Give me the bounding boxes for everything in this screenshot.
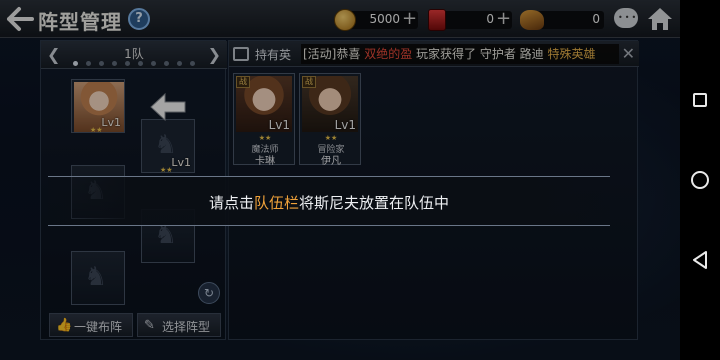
game-screen: 阵型管理 ? 5000 + 0 + 0 ••• ❮ 1队 ❯ ★★ Lv1 ♞ … <box>0 0 680 360</box>
tutorial-banner: 请点击队伍栏将斯尼夫放置在队伍中 <box>48 176 610 226</box>
tutorial-highlight: 队伍栏 <box>253 194 299 212</box>
recent-apps-icon[interactable] <box>693 93 707 107</box>
tutorial-text: 请点击队伍栏将斯尼夫放置在队伍中 <box>208 194 450 212</box>
android-nav-bar <box>680 0 720 360</box>
home-button-icon[interactable] <box>691 171 709 189</box>
back-triangle-icon[interactable] <box>691 250 709 270</box>
